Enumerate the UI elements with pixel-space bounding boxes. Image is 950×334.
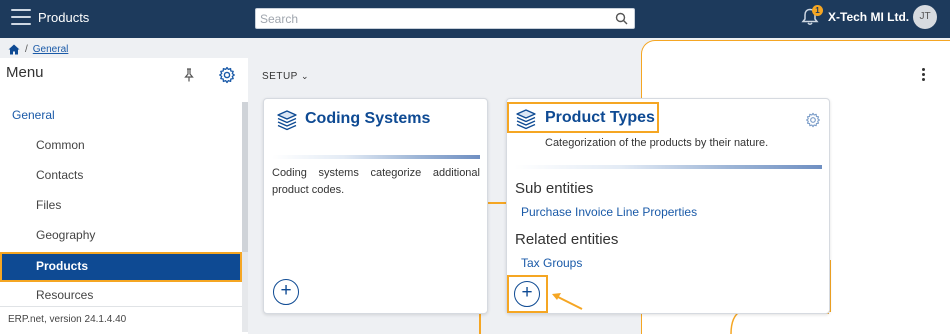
chevron-down-icon: ⌄ [300,71,309,81]
card-description: Coding systems categorize additional pro… [272,167,480,196]
app-title: Products [38,10,90,25]
connector-line [479,312,481,334]
layers-icon [516,109,536,130]
hamburger-icon[interactable] [11,9,31,27]
search-icon[interactable] [615,12,628,25]
gear-icon[interactable] [805,112,821,128]
card-description: Categorization of the products by their … [545,137,769,149]
add-button[interactable]: + [273,279,299,305]
notification-badge: 1 [812,5,823,16]
sidebar: Menu General Common Contacts Files Geogr… [0,58,248,334]
setup-dropdown[interactable]: SETUP ⌄ [262,71,309,82]
add-button[interactable]: + [514,281,540,307]
scrollbar-thumb[interactable] [242,102,248,252]
kebab-icon[interactable] [922,68,928,82]
sidebar-item-common[interactable]: Common [0,132,242,162]
sidebar-item-contacts[interactable]: Contacts [0,162,242,192]
breadcrumb: / General [8,42,68,56]
breadcrumb-separator: / [25,43,28,55]
related-entities-title: Related entities [515,231,619,248]
card-divider [272,155,480,159]
breadcrumb-general-link[interactable]: General [33,44,69,55]
avatar[interactable]: JT [913,5,937,29]
company-name[interactable]: X-Tech MI Ltd. [828,10,909,24]
coding-systems-card: Coding Systems Coding systems categorize… [263,98,488,314]
sidebar-item-products[interactable]: Products [0,252,242,282]
version-label: ERP.net, version 24.1.4.40 [0,306,242,334]
search-input[interactable] [256,9,606,28]
gear-icon[interactable] [218,66,236,84]
sidebar-item-general[interactable]: General [0,102,242,132]
menu-title: Menu [6,64,44,81]
pin-icon[interactable] [183,68,195,82]
card-divider [514,165,822,169]
card-title[interactable]: Coding Systems [305,110,430,128]
related-entity-link[interactable]: Tax Groups [521,256,582,270]
sidebar-item-files[interactable]: Files [0,192,242,222]
top-bar: Products 1 X-Tech MI Ltd. JT [0,0,950,38]
sub-entities-title: Sub entities [515,180,594,197]
setup-label: SETUP [262,71,298,82]
sidebar-scrollbar[interactable] [242,102,248,332]
menu-list: General Common Contacts Files Geography … [0,102,242,312]
sub-entity-link[interactable]: Purchase Invoice Line Properties [521,205,697,219]
connector-line [488,202,506,204]
search-box[interactable] [255,8,635,29]
layers-icon [277,110,297,131]
card-title[interactable]: Product Types [545,109,655,127]
arrow-icon [552,293,583,310]
product-types-card: Product Types Categorization of the prod… [506,98,830,314]
sidebar-item-geography[interactable]: Geography [0,222,242,252]
home-icon[interactable] [8,44,20,55]
